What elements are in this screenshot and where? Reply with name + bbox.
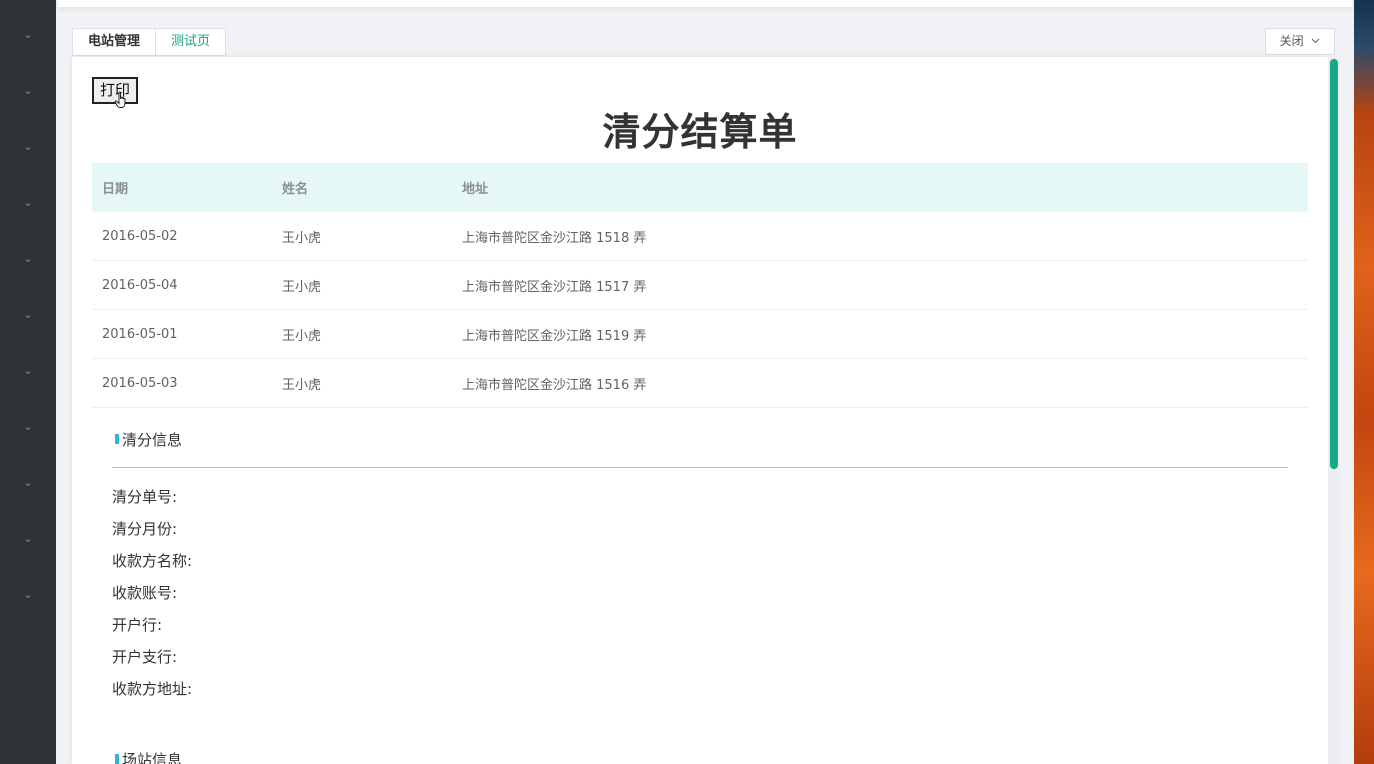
chevron-down-icon[interactable]: ⌄ — [23, 477, 33, 488]
chevron-down-icon[interactable]: ⌄ — [23, 309, 33, 320]
scrollbar-thumb[interactable] — [1330, 59, 1338, 469]
data-table: 日期 姓名 地址 2016-05-02 王小虎 上海市普陀区金沙江路 1518 … — [92, 163, 1308, 408]
chevron-down-icon[interactable]: ⌄ — [23, 29, 33, 40]
table-header-row: 日期 姓名 地址 — [92, 163, 1308, 212]
field-settlement-month: 清分月份: — [112, 520, 178, 538]
field-payee-name: 收款方名称: — [112, 552, 193, 570]
table-row[interactable]: 2016-05-02 王小虎 上海市普陀区金沙江路 1518 弄 — [92, 212, 1308, 261]
cell-address: 上海市普陀区金沙江路 1516 弄 — [452, 358, 1308, 408]
chevron-down-icon[interactable]: ⌄ — [23, 253, 33, 264]
cell-name: 王小虎 — [272, 358, 452, 408]
field-settlement-number: 清分单号: — [112, 488, 178, 506]
cell-date: 2016-05-04 — [92, 260, 272, 310]
table-row[interactable]: 2016-05-03 王小虎 上海市普陀区金沙江路 1516 弄 — [92, 358, 1308, 408]
column-header-date[interactable]: 日期 — [92, 163, 272, 212]
field-bank-branch: 开户支行: — [112, 648, 178, 666]
cell-date: 2016-05-03 — [92, 358, 272, 408]
section-title-station-info: 场站信息 — [112, 749, 182, 764]
column-header-name[interactable]: 姓名 — [272, 163, 452, 212]
section-marker — [115, 754, 119, 764]
sidebar: ⌄ ⌄ ⌄ ⌄ ⌄ ⌄ ⌄ ⌄ ⌄ ⌄ ⌄ — [0, 0, 56, 764]
cell-address: 上海市普陀区金沙江路 1517 弄 — [452, 260, 1308, 310]
table-row[interactable]: 2016-05-01 王小虎 上海市普陀区金沙江路 1519 弄 — [92, 309, 1308, 359]
section-title-label: 场站信息 — [122, 751, 183, 764]
chevron-down-icon[interactable]: ⌄ — [23, 589, 33, 600]
cell-date: 2016-05-01 — [92, 309, 272, 359]
field-payee-address: 收款方地址: — [112, 680, 193, 698]
cell-address: 上海市普陀区金沙江路 1519 弄 — [452, 309, 1308, 359]
desktop-background — [1354, 0, 1374, 764]
vertical-scrollbar[interactable] — [1328, 57, 1340, 764]
section-title-settlement-info: 清分信息 — [112, 429, 182, 450]
chevron-down-icon[interactable]: ⌄ — [23, 421, 33, 432]
cell-name: 王小虎 — [272, 212, 452, 261]
cell-name: 王小虎 — [272, 260, 452, 310]
section-title-label: 清分信息 — [122, 431, 183, 449]
chevron-down-icon[interactable]: ⌄ — [23, 197, 33, 208]
close-button-label: 关闭 — [1279, 34, 1304, 48]
chevron-down-icon[interactable]: ⌄ — [23, 533, 33, 544]
cell-date: 2016-05-02 — [92, 212, 272, 261]
section-marker — [115, 434, 119, 444]
column-header-address[interactable]: 地址 — [452, 163, 1308, 212]
field-payee-account: 收款账号: — [112, 584, 178, 602]
chevron-down-icon — [1312, 38, 1320, 44]
section-divider — [112, 467, 1288, 468]
field-bank: 开户行: — [112, 616, 163, 634]
tab-bar: 电站管理 测试页 — [72, 28, 227, 56]
tab-test-page[interactable]: 测试页 — [156, 28, 227, 56]
main-area: 电站管理 测试页 关闭 打印 清分结算单 日期 姓名 地址 2016-05-02 — [56, 0, 1354, 764]
table-row[interactable]: 2016-05-04 王小虎 上海市普陀区金沙江路 1517 弄 — [92, 260, 1308, 310]
cell-name: 王小虎 — [272, 309, 452, 359]
document-title: 清分结算单 — [602, 110, 798, 154]
top-header — [58, 0, 1352, 8]
chevron-down-icon[interactable]: ⌄ — [23, 365, 33, 376]
chevron-down-icon[interactable]: ⌄ — [23, 85, 33, 96]
chevron-down-icon[interactable]: ⌄ — [23, 141, 33, 152]
close-dropdown-button[interactable]: 关闭 — [1265, 28, 1335, 55]
cell-address: 上海市普陀区金沙江路 1518 弄 — [452, 212, 1308, 261]
document-panel: 打印 清分结算单 日期 姓名 地址 2016-05-02 王小虎 上海市普陀区金… — [72, 57, 1328, 764]
tab-station-management[interactable]: 电站管理 — [72, 28, 157, 56]
